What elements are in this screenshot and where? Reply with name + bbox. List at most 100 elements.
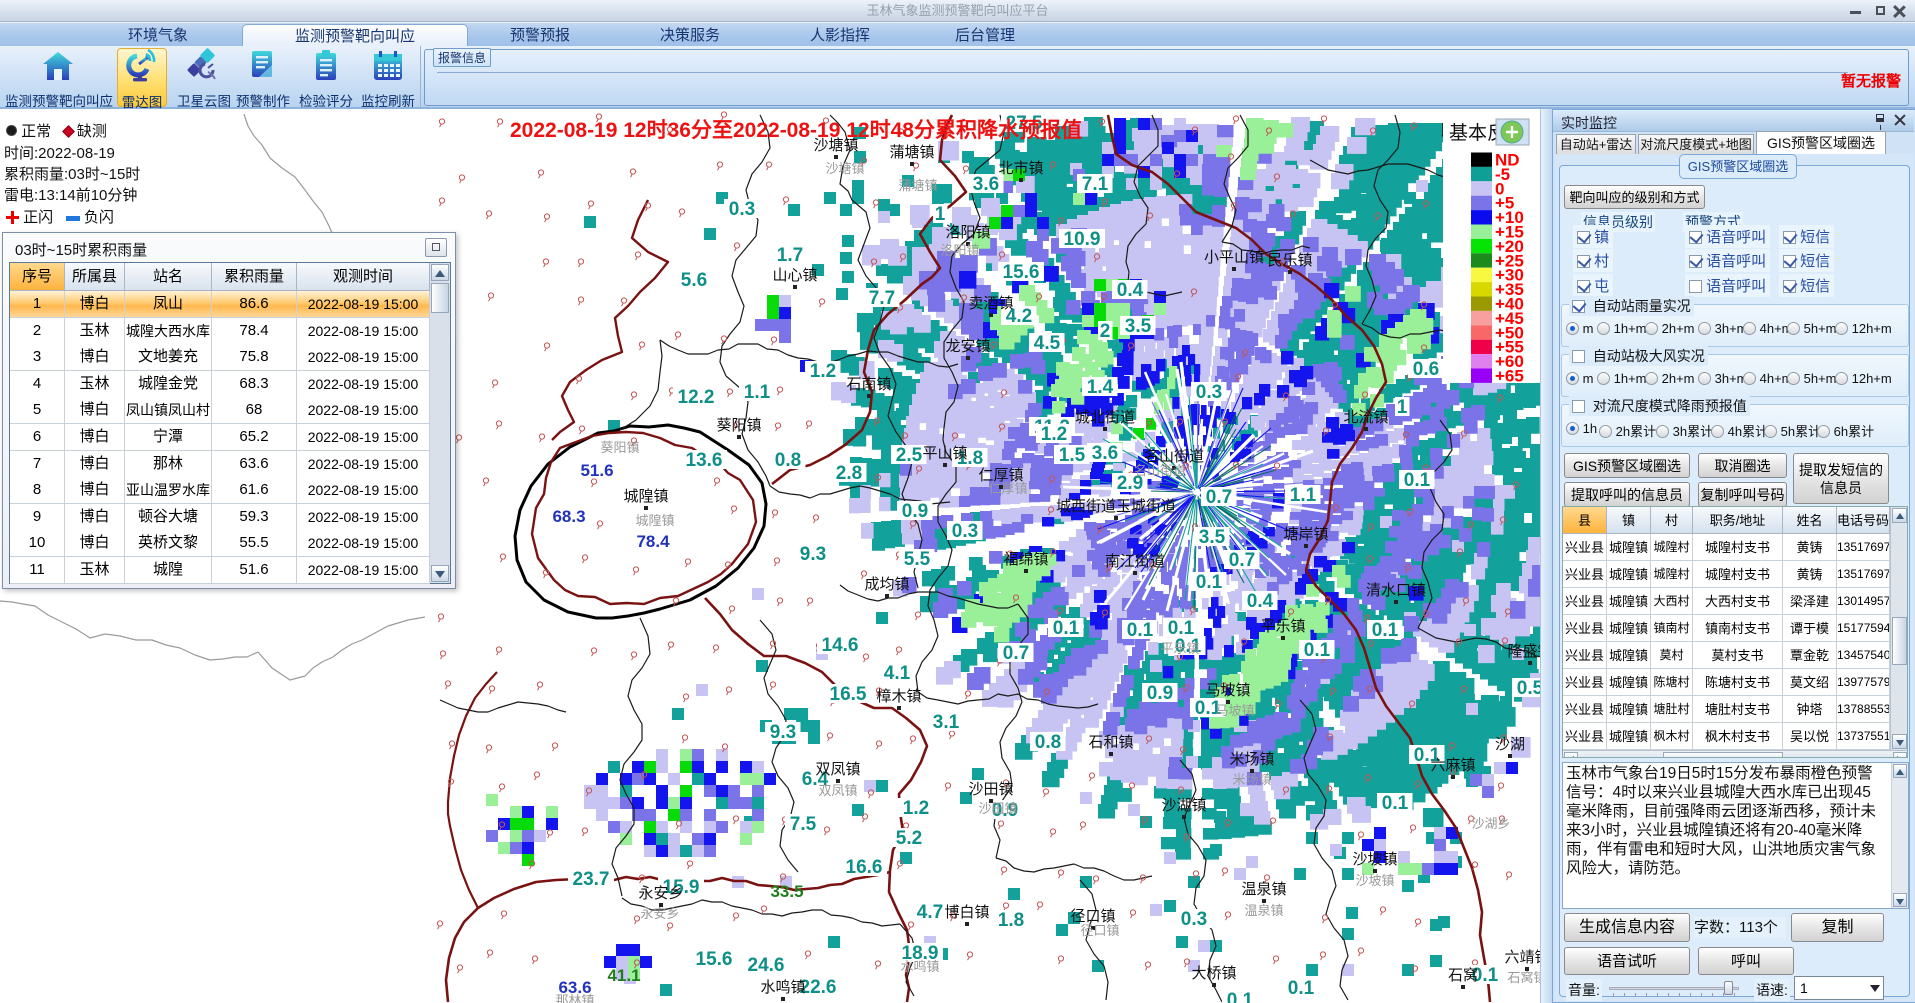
svg-text:41.1: 41.1	[607, 966, 640, 985]
svg-text:1.8: 1.8	[998, 910, 1024, 931]
svg-text:9.3: 9.3	[800, 544, 826, 565]
svg-text:12.2: 12.2	[678, 387, 715, 408]
svg-text:城西街道玉城街道: 城西街道玉城街道	[1056, 498, 1176, 515]
svg-text:双凤镇: 双凤镇	[818, 783, 857, 798]
svg-text:1: 1	[935, 204, 946, 225]
svg-text:北市镇: 北市镇	[998, 160, 1043, 177]
svg-text:城隍镇: 城隍镇	[623, 488, 668, 505]
svg-text:米场镇: 米场镇	[1229, 751, 1274, 768]
svg-text:1.5: 1.5	[1059, 445, 1086, 466]
svg-text:水鸣镇: 水鸣镇	[760, 979, 805, 996]
svg-text:0.1: 0.1	[1227, 990, 1254, 1003]
svg-text:石和镇: 石和镇	[1088, 734, 1133, 751]
svg-text:23.7: 23.7	[573, 869, 610, 890]
svg-text:7.7: 7.7	[869, 288, 895, 309]
svg-text:0.1: 0.1	[1404, 470, 1431, 491]
svg-text:9.3: 9.3	[770, 722, 796, 743]
svg-text:小平山镇: 小平山镇	[1204, 249, 1264, 266]
svg-text:0.1: 0.1	[1288, 978, 1315, 999]
svg-text:13.6: 13.6	[686, 450, 723, 471]
svg-text:2.5: 2.5	[896, 445, 923, 466]
svg-text:16.5: 16.5	[830, 684, 867, 705]
svg-text:南江街道: 南江街道	[1105, 553, 1165, 570]
svg-text:卖酒镇: 卖酒镇	[968, 295, 1013, 312]
svg-text:平山镇: 平山镇	[922, 445, 967, 462]
svg-text:樟木镇: 樟木镇	[876, 687, 921, 705]
svg-text:石窝: 石窝	[1448, 966, 1478, 984]
svg-text:城隍镇: 城隍镇	[635, 513, 674, 528]
svg-text:0.9: 0.9	[902, 501, 928, 522]
svg-text:0.1: 0.1	[1304, 640, 1331, 661]
svg-text:0.8: 0.8	[1035, 732, 1061, 753]
svg-text:16.6: 16.6	[846, 857, 883, 878]
svg-text:14.6: 14.6	[822, 635, 859, 656]
svg-text:3.6: 3.6	[1092, 443, 1118, 464]
svg-text:4.1: 4.1	[884, 663, 911, 684]
svg-text:名山街道: 名山街道	[1134, 463, 1186, 478]
svg-text:0.3: 0.3	[1196, 382, 1222, 403]
svg-text:沙塘镇: 沙塘镇	[825, 161, 864, 176]
svg-text:马坡镇: 马坡镇	[1215, 703, 1254, 718]
svg-text:石南镇: 石南镇	[846, 376, 891, 393]
svg-text:马坡镇: 马坡镇	[1205, 682, 1250, 699]
svg-text:洛阳镇: 洛阳镇	[945, 224, 990, 241]
svg-text:水鸣镇: 水鸣镇	[900, 959, 939, 974]
svg-text:1: 1	[1397, 397, 1408, 418]
svg-text:沙湖镇: 沙湖镇	[1161, 797, 1206, 814]
svg-text:蒲塘镇: 蒲塘镇	[889, 144, 934, 161]
svg-text:沙湖乡: 沙湖乡	[1471, 816, 1510, 831]
svg-text:68.3: 68.3	[552, 507, 585, 526]
svg-text:0.3: 0.3	[729, 199, 755, 220]
svg-text:24.6: 24.6	[748, 955, 785, 976]
svg-text:4.7: 4.7	[917, 902, 943, 923]
svg-text:平乐镇: 平乐镇	[1260, 618, 1305, 635]
svg-text:沙湖: 沙湖	[1495, 736, 1525, 753]
svg-text:仁厚镇: 仁厚镇	[988, 481, 1027, 496]
svg-text:0.8: 0.8	[775, 450, 801, 471]
svg-text:2.8: 2.8	[836, 463, 862, 484]
svg-text:7.5: 7.5	[790, 814, 817, 835]
svg-text:葵阳镇: 葵阳镇	[716, 417, 761, 434]
svg-text:5.2: 5.2	[896, 828, 922, 849]
svg-text:城北街道: 城北街道	[1075, 409, 1135, 426]
svg-text:0.7: 0.7	[1003, 643, 1029, 664]
svg-text:沙坡镇: 沙坡镇	[1352, 851, 1397, 868]
svg-text:1.7: 1.7	[777, 245, 803, 266]
svg-text:北流镇: 北流镇	[1343, 409, 1388, 426]
svg-text:蒲塘镇: 蒲塘镇	[898, 178, 937, 193]
svg-text:0.1: 0.1	[1372, 620, 1399, 641]
svg-text:0.3: 0.3	[1181, 909, 1207, 930]
svg-text:洛阳镇: 洛阳镇	[940, 243, 979, 258]
svg-text:福绵镇: 福绵镇	[1003, 551, 1048, 568]
svg-text:温泉镇: 温泉镇	[1241, 881, 1286, 898]
svg-text:7.1: 7.1	[1082, 174, 1109, 195]
svg-text:永安乡: 永安乡	[638, 885, 683, 902]
svg-text:0.1: 0.1	[1127, 620, 1154, 641]
svg-text:沙田镇: 沙田镇	[978, 801, 1017, 816]
svg-text:六麻镇: 六麻镇	[1430, 757, 1475, 774]
svg-text:民乐镇: 民乐镇	[1267, 252, 1312, 269]
svg-text:龙安镇: 龙安镇	[945, 338, 990, 355]
svg-text:永安乡: 永安乡	[640, 906, 679, 921]
svg-text:15.6: 15.6	[696, 949, 733, 970]
svg-text:0.3: 0.3	[952, 521, 978, 542]
svg-text:沙坡镇: 沙坡镇	[1355, 873, 1394, 888]
svg-text:山心镇: 山心镇	[772, 267, 817, 284]
svg-text:沙田镇: 沙田镇	[968, 781, 1013, 798]
svg-text:2022-08-19 12时36分至2022-08-19 1: 2022-08-19 12时36分至2022-08-19 12时48分累积降水预…	[510, 118, 1082, 142]
svg-text:那林镇: 那林镇	[555, 993, 594, 1003]
svg-text:0.4: 0.4	[1117, 280, 1144, 301]
svg-text:1.4: 1.4	[1087, 377, 1114, 398]
svg-text:1.2: 1.2	[903, 798, 929, 819]
svg-text:米场镇: 米场镇	[1232, 772, 1271, 787]
svg-text:+65: +65	[1495, 367, 1524, 386]
svg-text:1.2: 1.2	[1041, 424, 1067, 445]
svg-text:3.6: 3.6	[973, 174, 999, 195]
svg-text:2: 2	[1100, 321, 1111, 342]
svg-text:51.6: 51.6	[580, 461, 613, 480]
svg-text:葵阳镇: 葵阳镇	[600, 440, 639, 455]
svg-text:3.5: 3.5	[1199, 527, 1226, 548]
svg-text:1.1: 1.1	[1290, 485, 1317, 506]
svg-text:10.9: 10.9	[1064, 229, 1101, 250]
svg-text:温泉镇: 温泉镇	[1244, 903, 1283, 918]
